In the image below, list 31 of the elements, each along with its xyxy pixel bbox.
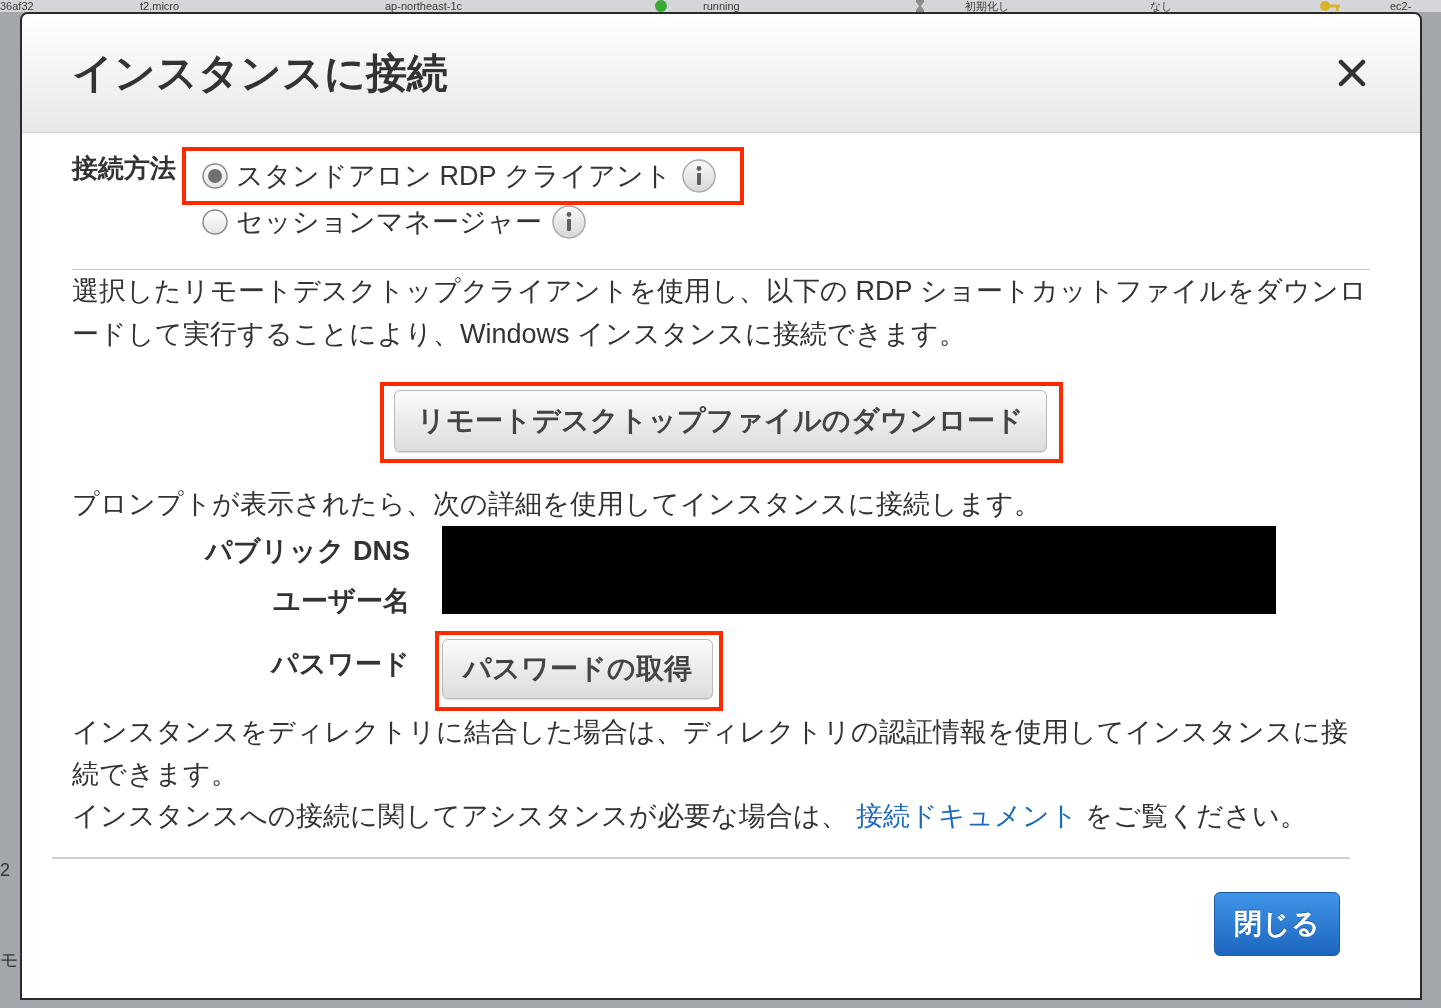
description-text: 選択したリモートデスクトップクライアントを使用し、以下の RDP ショートカットファイルをダウンロードして実行することにより、Windows インスタンスに接続できます。 <box>72 275 1368 351</box>
radio-option[interactable]: セッションマネージャー <box>202 205 542 239</box>
table-cell-text: なし <box>1150 0 1173 12</box>
table-cell: 2 <box>0 860 10 880</box>
radio-option[interactable]: スタンドアロン RDP クライアント <box>202 159 672 193</box>
prompt-text: プロンプトが表示されたら、次の詳細を使用してインスタンスに接続します。 <box>72 488 1042 521</box>
radio-icon[interactable] <box>202 163 228 189</box>
table-cell: モ <box>0 950 18 970</box>
detail-label: パブリック DNS <box>205 535 410 568</box>
table-cell-text: ec2- <box>1390 0 1413 12</box>
table-cell-text: ap-northeast-1c <box>385 0 464 12</box>
table-cell-text: 初期化し <box>965 0 1010 12</box>
table-cell-text: 36af32 <box>0 0 35 12</box>
directory-note: インスタンスをディレクトリに結合した場合は、ディレクトリの認証情報を使用してインスタンスに接続できます。 <box>72 716 1349 791</box>
radio-icon[interactable] <box>202 209 228 235</box>
info-icon[interactable] <box>552 205 586 239</box>
docs-link[interactable]: 接続ドキュメント <box>855 801 1078 831</box>
info-icon[interactable] <box>681 159 716 193</box>
help-text: インスタンスへの接続に関してアシスタンスが必要な場合は、 接続ドキュメント をご覧ください。 <box>72 800 1309 833</box>
table-cell-text: t2.micro <box>140 0 181 12</box>
dialog-title: インスタンスに接続 <box>72 49 448 98</box>
close-icon <box>1338 59 1366 87</box>
table-cell-text: running <box>703 0 741 12</box>
detail-label: ユーザー名 <box>273 585 410 618</box>
download-button[interactable]: リモートデスクトップファイルのダウンロード <box>393 390 1047 452</box>
detail-label: パスワード <box>271 648 410 681</box>
close-dialog-button[interactable]: 閉じる <box>1214 892 1340 956</box>
field-label: 接続方法 <box>72 152 176 185</box>
get-password-button[interactable]: パスワードの取得 <box>442 639 713 699</box>
hourglass-icon <box>915 0 925 12</box>
key-icon <box>1320 0 1340 12</box>
